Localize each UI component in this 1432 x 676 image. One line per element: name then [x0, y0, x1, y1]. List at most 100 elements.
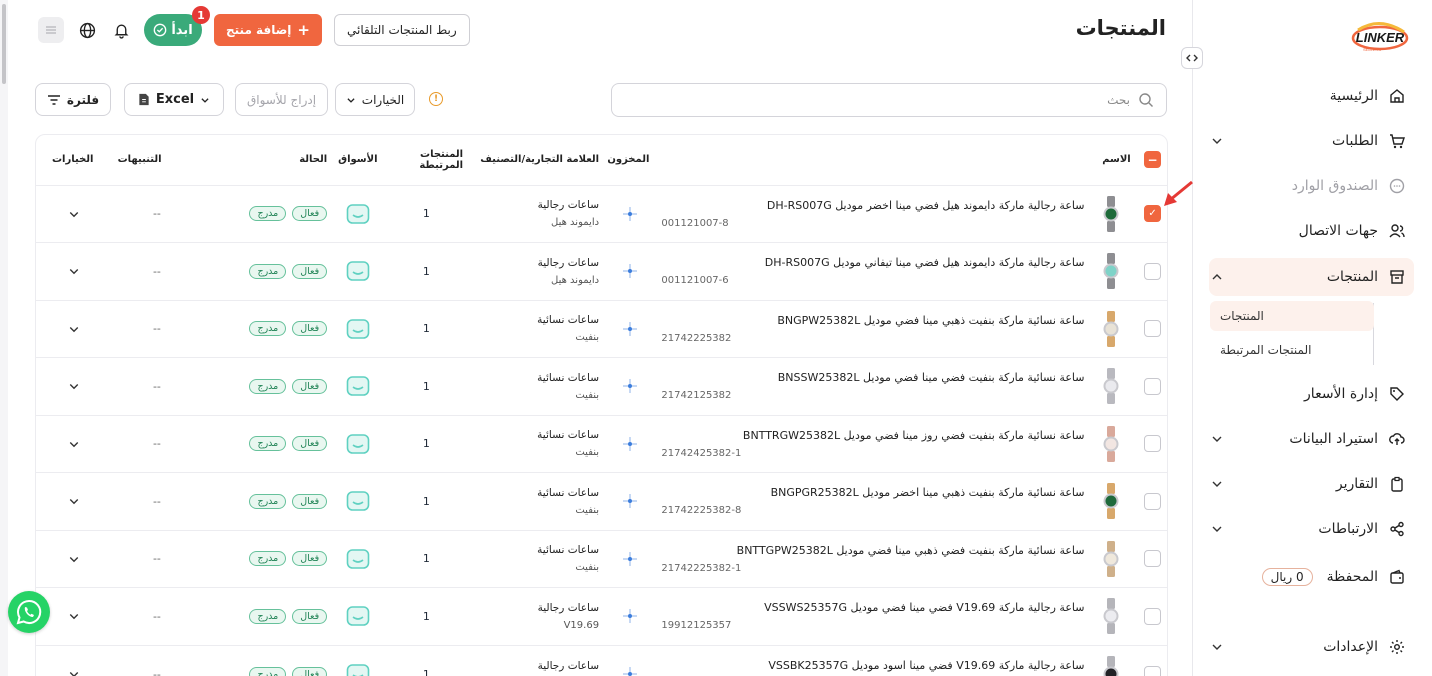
bell-icon[interactable]: [110, 19, 132, 41]
row-checkbox[interactable]: [1144, 550, 1161, 568]
product-name[interactable]: ساعة رجالية ماركة V19.69 فضي مينا فضي مو…: [661, 601, 1084, 614]
stock-icon[interactable]: [623, 379, 638, 394]
table-row[interactable]: ساعة رجالية ماركة V19.69 فضي مينا اسود م…: [36, 644, 1167, 676]
product-thumbnail[interactable]: [1102, 540, 1120, 577]
table-row[interactable]: ساعة رجالية ماركة دايموند هيل فضي مينا ت…: [36, 242, 1167, 300]
stock-icon[interactable]: [623, 551, 638, 566]
product-thumbnail[interactable]: [1102, 310, 1120, 347]
linked-products-count[interactable]: 1: [383, 242, 470, 300]
collapse-sidebar-button[interactable]: [1181, 47, 1203, 69]
stock-icon[interactable]: [623, 494, 638, 509]
marketplace-icon[interactable]: [346, 490, 370, 512]
sidebar-item-pricing[interactable]: إدارة الأسعار: [1209, 375, 1414, 413]
chevron-down-icon[interactable]: [68, 610, 80, 622]
sidebar-item-import[interactable]: استيراد البيانات: [1209, 420, 1414, 458]
product-thumbnail[interactable]: [1102, 425, 1120, 462]
row-checkbox[interactable]: [1144, 492, 1161, 510]
product-name[interactable]: ساعة رجالية ماركة دايموند هيل فضي مينا ا…: [661, 199, 1085, 212]
linked-products-count[interactable]: 1: [383, 644, 470, 676]
linked-products-count[interactable]: 1: [383, 529, 470, 588]
chevron-down-icon[interactable]: [1209, 639, 1225, 655]
linked-products-count[interactable]: 1: [383, 299, 470, 358]
sidebar-item-settings[interactable]: الإعدادات: [1209, 628, 1414, 666]
sidebar-item-orders[interactable]: الطلبات: [1209, 122, 1414, 160]
product-thumbnail[interactable]: [1102, 483, 1120, 520]
stock-icon[interactable]: [623, 321, 638, 336]
product-name[interactable]: ساعة رجالية ماركة دايموند هيل فضي مينا ت…: [661, 256, 1085, 269]
linked-products-count[interactable]: 1: [383, 587, 470, 645]
table-row[interactable]: ساعة نسائية ماركة بنفيت فضي مينا فضي مود…: [36, 357, 1167, 415]
marketplace-icon[interactable]: [346, 375, 370, 397]
row-checkbox[interactable]: [1144, 377, 1161, 395]
marketplace-icon[interactable]: [346, 433, 370, 455]
options-dropdown[interactable]: الخيارات: [335, 83, 415, 116]
chevron-down-icon[interactable]: [1209, 431, 1225, 447]
search-input[interactable]: بحث: [611, 83, 1167, 117]
chevron-down-icon[interactable]: [68, 208, 80, 220]
linked-products-count[interactable]: 1: [383, 357, 470, 415]
select-all-checkbox[interactable]: −: [1144, 151, 1161, 169]
linked-products-count[interactable]: 1: [383, 414, 470, 473]
sidebar-subitem-products[interactable]: المنتجات: [1210, 301, 1374, 331]
product-thumbnail[interactable]: [1102, 253, 1120, 290]
start-button[interactable]: ابدأ 1: [144, 6, 210, 46]
product-thumbnail[interactable]: [1102, 368, 1120, 405]
add-product-button[interactable]: + إضافة منتج: [214, 14, 322, 46]
row-checkbox[interactable]: [1144, 320, 1161, 338]
marketplace-icon[interactable]: [346, 548, 370, 570]
linked-products-count[interactable]: 1: [383, 184, 470, 243]
sidebar-item-contacts[interactable]: جهات الاتصال: [1209, 212, 1414, 250]
marketplace-icon[interactable]: [346, 605, 370, 627]
row-checkbox[interactable]: [1144, 435, 1161, 453]
product-name[interactable]: ساعة رجالية ماركة V19.69 فضي مينا اسود م…: [661, 659, 1084, 672]
sidebar-item-wallet[interactable]: المحفظة 0 ريال: [1209, 558, 1414, 596]
chevron-down-icon[interactable]: [1209, 476, 1225, 492]
chevron-down-icon[interactable]: [68, 323, 80, 335]
marketplace-icon[interactable]: [346, 663, 370, 676]
menu-toggle-button[interactable]: [38, 17, 64, 43]
stock-icon[interactable]: [623, 264, 638, 279]
stock-icon[interactable]: [623, 206, 638, 221]
row-checkbox[interactable]: [1144, 262, 1161, 280]
sidebar-item-reports[interactable]: التقارير: [1209, 465, 1414, 503]
row-checkbox[interactable]: [1144, 607, 1161, 625]
linked-products-count[interactable]: 1: [383, 472, 470, 530]
product-thumbnail[interactable]: [1102, 656, 1120, 676]
chevron-down-icon[interactable]: [68, 668, 80, 676]
excel-dropdown[interactable]: Excel: [124, 83, 224, 116]
stock-icon[interactable]: [623, 609, 638, 624]
globe-icon[interactable]: [76, 19, 98, 41]
table-row[interactable]: ✓ ساعة رجالية ماركة دايموند هيل فضي مينا…: [36, 184, 1167, 243]
table-row[interactable]: ساعة نسائية ماركة بنفيت ذهبي مينا فضي مو…: [36, 299, 1167, 358]
product-name[interactable]: ساعة نسائية ماركة بنفيت فضي روز مينا فضي…: [661, 429, 1085, 442]
chevron-down-icon[interactable]: [1209, 133, 1225, 149]
sidebar-item-inbox[interactable]: الصندوق الوارد: [1209, 167, 1414, 205]
product-thumbnail[interactable]: [1102, 598, 1120, 635]
table-row[interactable]: ساعة نسائية ماركة بنفيت ذهبي مينا اخضر م…: [36, 472, 1167, 530]
col-header-name[interactable]: الاسم: [655, 135, 1131, 185]
linker-logo[interactable]: LINKER SELLERS: [1350, 18, 1410, 58]
list-to-markets-button[interactable]: إدراج للأسواق: [235, 83, 328, 116]
table-row[interactable]: ساعة رجالية ماركة V19.69 فضي مينا فضي مو…: [36, 587, 1167, 645]
table-row[interactable]: ساعة نسائية ماركة بنفيت فضي ذهبي مينا فض…: [36, 529, 1167, 588]
chevron-down-icon[interactable]: [68, 438, 80, 450]
product-name[interactable]: ساعة نسائية ماركة بنفيت ذهبي مينا فضي مو…: [661, 314, 1084, 327]
product-name[interactable]: ساعة نسائية ماركة بنفيت ذهبي مينا اخضر م…: [661, 486, 1085, 499]
chevron-down-icon[interactable]: [1209, 521, 1225, 537]
sidebar-subitem-linked-products[interactable]: المنتجات المرتبطة: [1210, 335, 1374, 365]
auto-link-button[interactable]: ربط المنتجات التلقائي: [333, 14, 470, 46]
marketplace-icon[interactable]: [346, 318, 370, 340]
chevron-down-icon[interactable]: [68, 380, 80, 392]
row-checkbox[interactable]: [1144, 665, 1161, 676]
marketplace-icon[interactable]: [346, 203, 370, 225]
product-name[interactable]: ساعة نسائية ماركة بنفيت فضي ذهبي مينا فض…: [661, 544, 1085, 557]
stock-icon[interactable]: [623, 436, 638, 451]
info-warning-icon[interactable]: !: [429, 92, 443, 106]
chevron-down-icon[interactable]: [68, 265, 80, 277]
product-thumbnail[interactable]: [1102, 195, 1120, 232]
sidebar-item-home[interactable]: الرئيسية: [1209, 77, 1414, 115]
chevron-up-icon[interactable]: [1209, 269, 1225, 285]
sidebar-item-integrations[interactable]: الارتباطات: [1209, 510, 1414, 548]
whatsapp-button[interactable]: [8, 591, 50, 633]
marketplace-icon[interactable]: [346, 260, 370, 282]
